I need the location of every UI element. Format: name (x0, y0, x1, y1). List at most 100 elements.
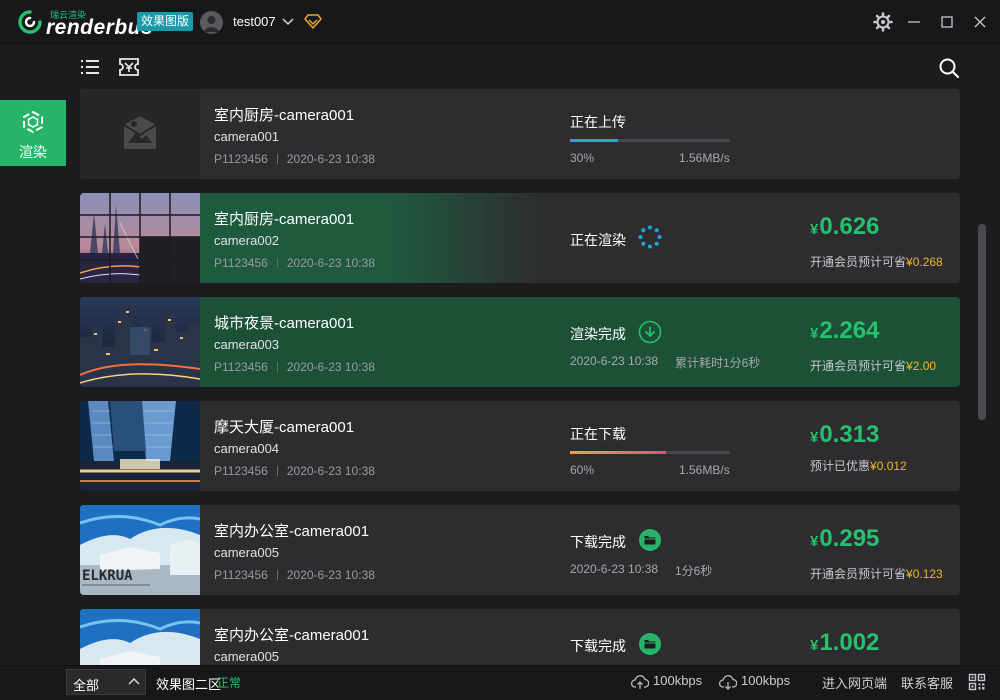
task-price: ¥2.264 (810, 317, 879, 345)
search-icon[interactable] (938, 57, 960, 79)
upload-progress-bar (570, 139, 730, 142)
web-portal-link[interactable]: 进入网页端 (822, 673, 887, 692)
cloud-download-icon (719, 675, 737, 690)
thumbnail-watermark: ELKRUA (82, 568, 133, 584)
close-icon[interactable] (970, 12, 990, 32)
divider (276, 570, 278, 580)
divider (276, 362, 278, 372)
currency-symbol: ¥ (810, 533, 819, 550)
skyscraper-thumbnail (80, 401, 200, 491)
render-zone-status: 正常 (217, 676, 242, 690)
saving-amount: ¥0.268 (906, 255, 943, 269)
download-circle-icon[interactable] (638, 320, 662, 344)
thumbnail-image (80, 297, 200, 387)
gear-icon[interactable] (873, 12, 893, 32)
task-price: ¥0.295 (810, 525, 879, 553)
task-title: 摩天大厦-camera001 (214, 419, 355, 436)
status-label: 正在下载 (570, 426, 626, 442)
transfer-speed: 1.56MB/s (679, 463, 730, 477)
qr-code-icon[interactable] (968, 673, 986, 691)
sidebar-item-render[interactable]: 渲染 (0, 100, 66, 166)
task-camera: camera004 (214, 441, 280, 456)
completed-time: 2020-6-23 10:38 (570, 354, 659, 368)
task-camera: camera001 (214, 129, 280, 144)
task-camera: camera002 (214, 233, 280, 248)
currency-symbol: ¥ (810, 221, 819, 238)
status-label: 下载完成 (570, 534, 626, 550)
currency-symbol: ¥ (810, 325, 819, 342)
project-id: P1123456 (214, 256, 268, 270)
completed-time: 2020-6-23 10:38 (570, 562, 659, 576)
task-meta: P1123456 2020-6-23 10:38 (214, 568, 375, 582)
task-card[interactable]: 室内办公室-camera001 camera005 下载完成 ¥1.002 (80, 609, 960, 665)
renderbus-logo: 瑞云渲染 renderbus (16, 8, 153, 39)
contact-support-link[interactable]: 联系客服 (901, 673, 953, 692)
price-value: 0.295 (819, 525, 880, 552)
task-card[interactable]: 室内厨房-camera001 camera002 P1123456 2020-6-… (80, 193, 960, 283)
divider (276, 466, 278, 476)
task-title: 城市夜景-camera001 (214, 315, 355, 332)
task-price: ¥0.313 (810, 421, 879, 449)
divider (276, 258, 278, 268)
price-value: 1.002 (819, 629, 880, 656)
currency-symbol: ¥ (810, 637, 819, 654)
thumbnail-placeholder (80, 89, 200, 179)
status-label: 正在渲染 (570, 232, 626, 248)
list-scrollbar[interactable] (978, 89, 986, 665)
elapsed-time: 累计耗时1分6秒 (675, 356, 761, 370)
task-date: 2020-6-23 10:38 (286, 152, 375, 166)
price-value: 0.626 (819, 213, 880, 240)
renderbus-logo-icon (18, 10, 42, 34)
list-view-icon[interactable] (80, 57, 100, 77)
ticket-icon[interactable] (118, 57, 140, 77)
chevron-down-icon[interactable] (281, 14, 295, 28)
download-progress-bar (570, 451, 730, 454)
price-value: 2.264 (819, 317, 880, 344)
thumbnail-image (80, 193, 200, 283)
currency-symbol: ¥ (810, 429, 819, 446)
saving-text: 开通会员预计可省 (810, 359, 907, 373)
city-bridge-thumbnail (80, 193, 200, 283)
task-date: 2020-6-23 10:38 (286, 256, 375, 270)
folder-open-icon[interactable] (638, 528, 662, 552)
upload-progress-fill (570, 139, 618, 142)
status-label: 下载完成 (570, 638, 626, 654)
elapsed-time: 1分6秒 (675, 564, 713, 578)
user-avatar[interactable] (200, 11, 223, 34)
folder-open-icon[interactable] (638, 632, 662, 656)
project-id: P1123456 (214, 568, 268, 582)
status-label: 渲染完成 (570, 326, 626, 342)
task-card[interactable]: 室内厨房-camera001 camera001 P1123456 2020-6-… (80, 89, 960, 179)
progress-percent: 30% (570, 151, 595, 165)
toolbar (66, 45, 1000, 89)
maximize-icon[interactable] (937, 12, 957, 32)
thumbnail-image (80, 609, 200, 665)
task-date: 2020-6-23 10:38 (286, 464, 375, 478)
price-value: 0.313 (819, 421, 880, 448)
task-card[interactable]: ELKRUA 室内办公室-camera001 camera005 P112345… (80, 505, 960, 595)
task-camera: camera003 (214, 337, 280, 352)
minimize-icon[interactable] (904, 12, 924, 32)
progress-percent: 60% (570, 463, 595, 477)
sidebar: 渲染 (0, 45, 66, 665)
render-zone-name: 效果图二区 (156, 677, 222, 692)
saving-text: 开通会员预计可省 (810, 567, 907, 581)
vip-diamond-icon[interactable] (304, 13, 322, 29)
saving-text: 开通会员预计可省 (810, 255, 907, 269)
username-label[interactable]: test007 (233, 14, 276, 29)
loading-spinner-icon (638, 225, 662, 249)
scrollbar-thumb[interactable] (978, 224, 986, 420)
task-card[interactable]: 摩天大厦-camera001 camera004 P1123456 2020-6-… (80, 401, 960, 491)
divider (276, 154, 278, 164)
task-title: 室内厨房-camera001 (214, 211, 355, 228)
saving-amount: ¥0.123 (906, 567, 943, 581)
chevron-up-icon (128, 677, 140, 685)
sidebar-item-label: 渲染 (19, 144, 47, 160)
render-icon (23, 110, 43, 134)
task-filter-select[interactable]: 全部 (66, 669, 146, 695)
transfer-speed: 1.56MB/s (679, 151, 730, 165)
image-placeholder-icon (123, 116, 157, 149)
status-bar: 全部 效果图二区 正常 100kbps 100kbps 进入网页端 联系客服 (0, 665, 1000, 700)
task-card[interactable]: 城市夜景-camera001 camera003 P1123456 2020-6-… (80, 297, 960, 387)
city-night-thumbnail (80, 297, 200, 387)
